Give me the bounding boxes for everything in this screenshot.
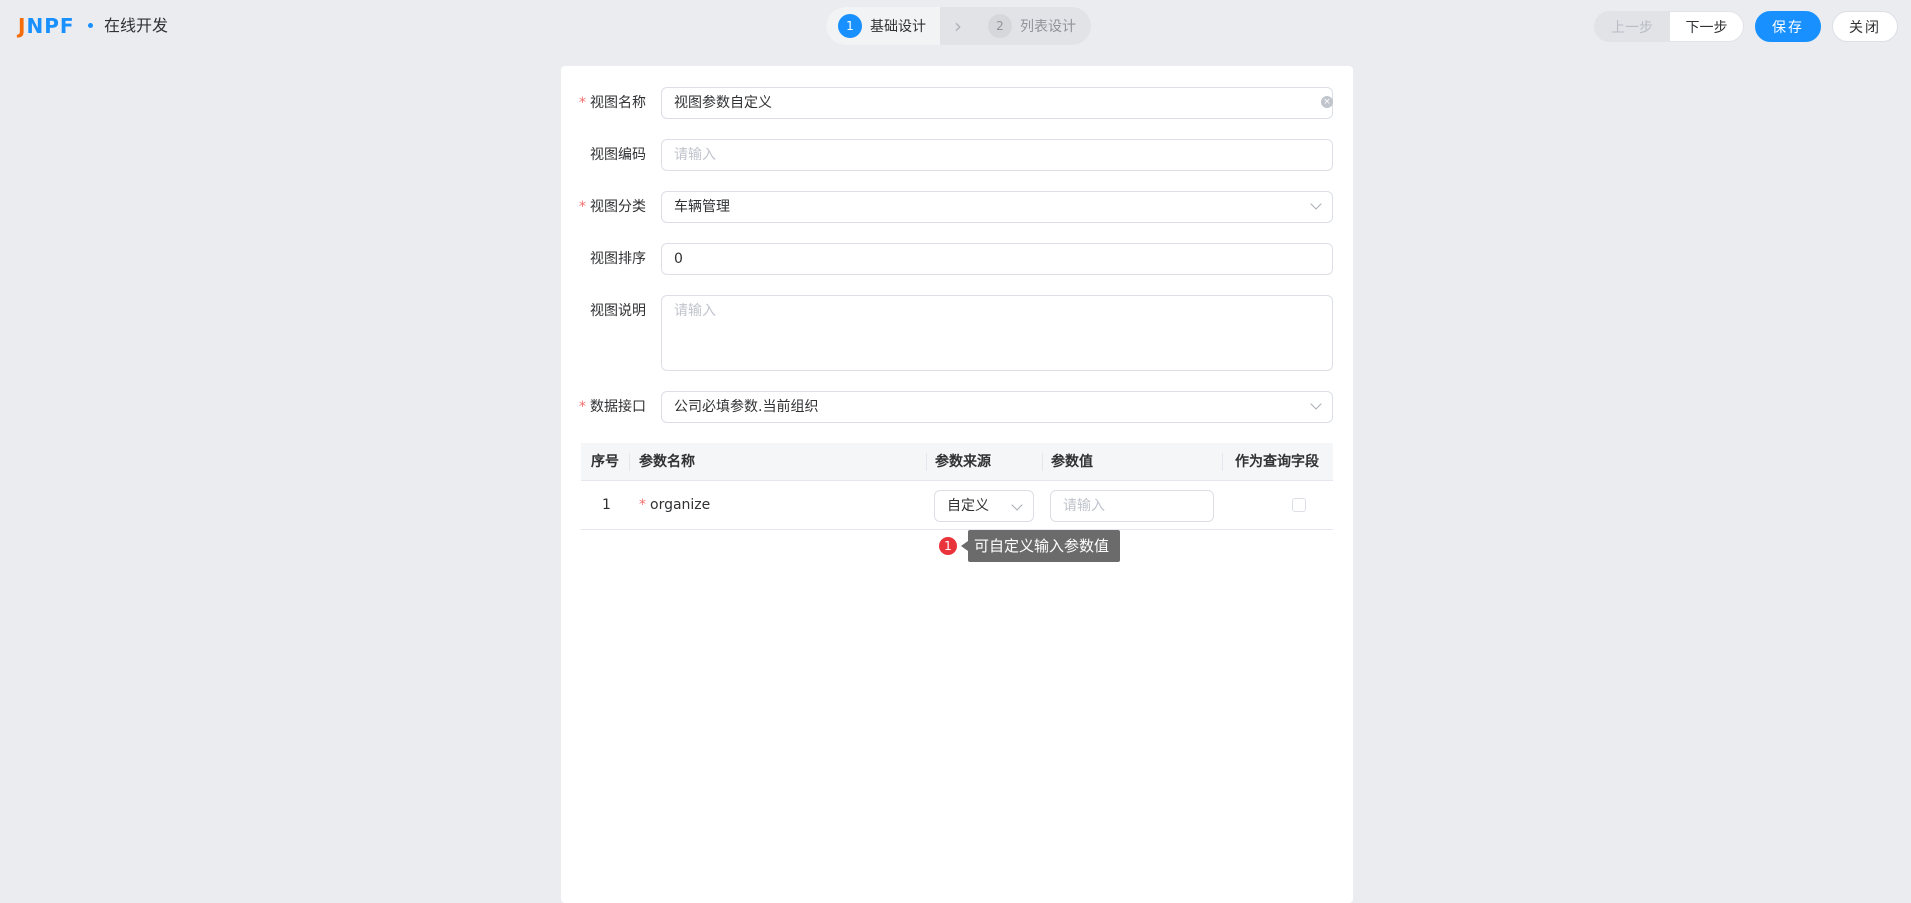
view-name-label: * 视图名称 (579, 95, 646, 111)
chevron-down-icon (1011, 499, 1023, 511)
clear-icon[interactable]: × (1321, 96, 1333, 108)
step-label: 列表设计 (1020, 19, 1076, 35)
table-row: 1 * organize 自定义 请输入 (581, 481, 1333, 530)
form-row-view-desc: 视图说明 请输入 (561, 295, 1353, 371)
query-field-checkbox[interactable] (1292, 498, 1306, 512)
step-indicator: 1 基础设计 › 2 列表设计 (826, 7, 1091, 45)
annotation-badge: 1 (939, 537, 957, 555)
view-name-input[interactable]: 视图参数自定义 (661, 87, 1333, 119)
annotation-tooltip: 可自定义输入参数值 (968, 530, 1121, 562)
table-header: 序号 参数名称 参数来源 参数值 作为查询字段 (581, 443, 1333, 481)
param-source-value: 自定义 (947, 498, 989, 514)
view-code-input[interactable]: 请输入 (661, 139, 1333, 171)
step-basic-design[interactable]: 1 基础设计 (838, 7, 926, 45)
step-list-design[interactable]: 2 列表设计 (988, 7, 1076, 45)
col-param-value: 参数值 (1051, 454, 1093, 470)
column-divider (1042, 453, 1043, 471)
form-row-view-category: * 视图分类 车辆管理 (561, 191, 1353, 223)
close-button[interactable]: 关闭 (1832, 11, 1898, 42)
param-source-select[interactable]: 自定义 (934, 490, 1034, 522)
view-desc-label: 视图说明 (590, 303, 646, 319)
step-number: 2 (988, 14, 1012, 38)
row-param-name: * organize (639, 497, 711, 513)
col-param-name: 参数名称 (639, 454, 695, 470)
column-divider (1222, 453, 1223, 471)
form-row-view-name: * 视图名称 视图参数自定义 × (561, 87, 1353, 119)
prev-step-button[interactable]: 上一步 (1594, 11, 1670, 42)
view-order-input[interactable]: 0 (661, 243, 1333, 275)
chevron-right-icon: › (954, 14, 962, 38)
data-api-select[interactable]: 公司必填参数.当前组织 (661, 391, 1333, 423)
form-card: * 视图名称 视图参数自定义 × 视图编码 请输入 * 视图分类 车辆管理 视图排序… (561, 66, 1353, 903)
params-table: 序号 参数名称 参数来源 参数值 作为查询字段 1 * organize 自定义 … (581, 443, 1333, 530)
data-api-label: * 数据接口 (579, 399, 646, 415)
view-category-label: * 视图分类 (579, 199, 646, 215)
tooltip-arrow (961, 541, 968, 551)
col-param-source: 参数来源 (935, 454, 991, 470)
column-divider (629, 453, 630, 471)
column-divider (926, 453, 927, 471)
col-index: 序号 (591, 454, 619, 470)
step-label: 基础设计 (870, 19, 926, 35)
next-step-button[interactable]: 下一步 (1669, 11, 1744, 42)
step-number: 1 (838, 14, 862, 38)
row-index: 1 (602, 497, 611, 513)
view-code-label: 视图编码 (590, 147, 646, 163)
form-row-view-order: 视图排序 0 (561, 243, 1353, 275)
view-desc-textarea[interactable]: 请输入 (661, 295, 1333, 371)
page-title: 在线开发 (104, 16, 169, 35)
top-header: JNPF 在线开发 1 基础设计 › 2 列表设计 上一步 下一步 保存 关闭 (0, 0, 1911, 52)
form-row-data-api: * 数据接口 公司必填参数.当前组织 (561, 391, 1353, 423)
jnpf-logo: JNPF (18, 14, 75, 38)
view-order-label: 视图排序 (590, 251, 646, 267)
view-category-select[interactable]: 车辆管理 (661, 191, 1333, 223)
param-value-input[interactable]: 请输入 (1050, 490, 1214, 522)
save-button[interactable]: 保存 (1755, 11, 1821, 42)
form-row-view-code: 视图编码 请输入 (561, 139, 1353, 171)
header-dot (88, 23, 93, 28)
col-as-query-field: 作为查询字段 (1235, 454, 1319, 470)
